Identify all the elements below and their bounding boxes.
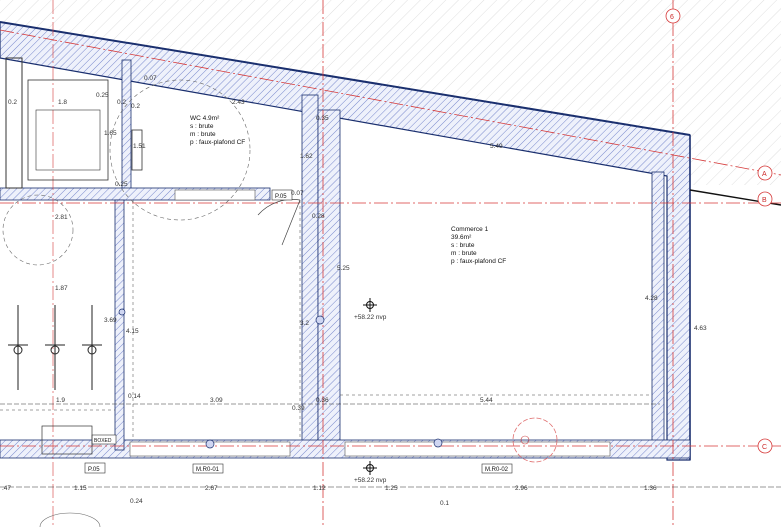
tag-mr02: M.R0-02: [485, 467, 509, 473]
floor-plan: 6 A B C WC 4.9m² s : brute m : brute p:…: [0, 0, 781, 527]
dim-com-top: 5.49: [490, 143, 503, 150]
commerce-room-line-2: m : brute: [451, 250, 477, 257]
door-swing: [257, 199, 301, 246]
wc-room-line-3: p : faux-plafond CF: [190, 139, 245, 146]
tag-p05-lower: P.05: [88, 467, 100, 473]
dim-wc-vert2: 1.51: [133, 143, 146, 150]
dim-wc-small3: 0.25: [96, 92, 109, 99]
dim-com-vert-left: 5.25: [337, 265, 350, 272]
tag-p05-upper: P.05: [275, 194, 287, 200]
wall-wc-left: [121, 59, 132, 201]
opening-mid: [174, 189, 256, 201]
dim-row-014: 0.14: [128, 393, 141, 400]
dim-wc-side-a: 0.2: [131, 103, 140, 110]
dim-bot-024: 0.24: [130, 498, 143, 505]
commerce-room-line-3: p : faux-plafond CF: [451, 258, 506, 265]
dim-row-544: 5.44: [480, 397, 493, 404]
dim-wc-vert3: 0.25: [115, 181, 128, 188]
wall-com-right: [651, 171, 665, 458]
left-turning-circle: [2, 194, 74, 266]
dim-wc-width: 2.43: [232, 99, 245, 106]
dim-bike-vert: 3.69: [104, 317, 117, 324]
dim-bot-112: 1.12: [313, 485, 326, 492]
wc-room-line-1: s : brute: [190, 123, 214, 130]
dim-door-small2: 0.28: [312, 213, 325, 220]
wall-wc-inner: [5, 57, 23, 189]
tag-mr01: M.R0-01: [196, 467, 220, 473]
commerce-room-title: Commerce 1: [451, 226, 489, 233]
level-label-2: +58.22 nvp: [354, 477, 387, 484]
dim-com-vert-right: 4.28: [645, 295, 658, 302]
dim-bot-01: 0.1: [440, 500, 449, 507]
wall-left-vertical: [114, 199, 125, 451]
bike-racks: [8, 305, 102, 390]
dim-left-width: 2.81: [55, 214, 68, 221]
wc-toilet: [131, 129, 143, 171]
dim-wc-top-c: 0.2: [117, 99, 126, 106]
dim-row-309: 3.09: [210, 397, 223, 404]
dim-bot-115: 1.15: [74, 485, 87, 492]
dim-bot-296: 2.96: [515, 485, 528, 492]
dim-wc-vert: 1.65: [104, 130, 117, 137]
dim-door-small: 0.07: [291, 190, 304, 197]
dim-bike-width: 1.87: [55, 285, 68, 292]
dim-bike-vert2: 4.15: [126, 328, 139, 335]
column-1: [315, 315, 325, 325]
grid-label-C: C: [762, 444, 767, 451]
column-4: [118, 308, 126, 316]
dim-row-039: 0.39: [292, 405, 305, 412]
opening-bottom-2: [344, 441, 611, 457]
column-3: [433, 438, 443, 448]
dim-wc-small: 0.07: [144, 75, 157, 82]
dim-wc-top-b: 1.8: [58, 99, 67, 106]
level-label-1: +58.22 nvp: [354, 314, 387, 321]
wc-room-title: WC 4.9m²: [190, 115, 220, 122]
wc-fixture-inner: [35, 109, 101, 171]
tag-boxed: BOXED: [94, 438, 112, 444]
dim-bot-125: 1.25: [385, 485, 398, 492]
bottom-arc: [39, 512, 101, 527]
dim-wc-vert4: 1.62: [300, 153, 313, 160]
dim-wc-small2: 0.35: [316, 115, 329, 122]
commerce-room-area: 39.6m²: [451, 234, 472, 241]
dim-row-036: 0.36: [316, 397, 329, 404]
wc-room-line-2: m : brute: [190, 131, 216, 138]
grid-label-A: A: [762, 171, 767, 178]
dim-com-outer-vert: 4.63: [694, 325, 707, 332]
dim-mid-vert: 3.2: [300, 320, 309, 327]
grid-label-B: B: [762, 197, 767, 204]
dim-row-19: 1.9: [56, 397, 65, 404]
commerce-room-line-1: s : brute: [451, 242, 475, 249]
dim-bot-136: 1.36: [644, 485, 657, 492]
column-2: [205, 439, 215, 449]
dim-wc-top-a: 0.2: [8, 99, 17, 106]
dim-bot-267: 2.67: [205, 485, 218, 492]
dim-bot-047: .47: [2, 485, 11, 492]
grid-label-6: 6: [670, 14, 674, 21]
